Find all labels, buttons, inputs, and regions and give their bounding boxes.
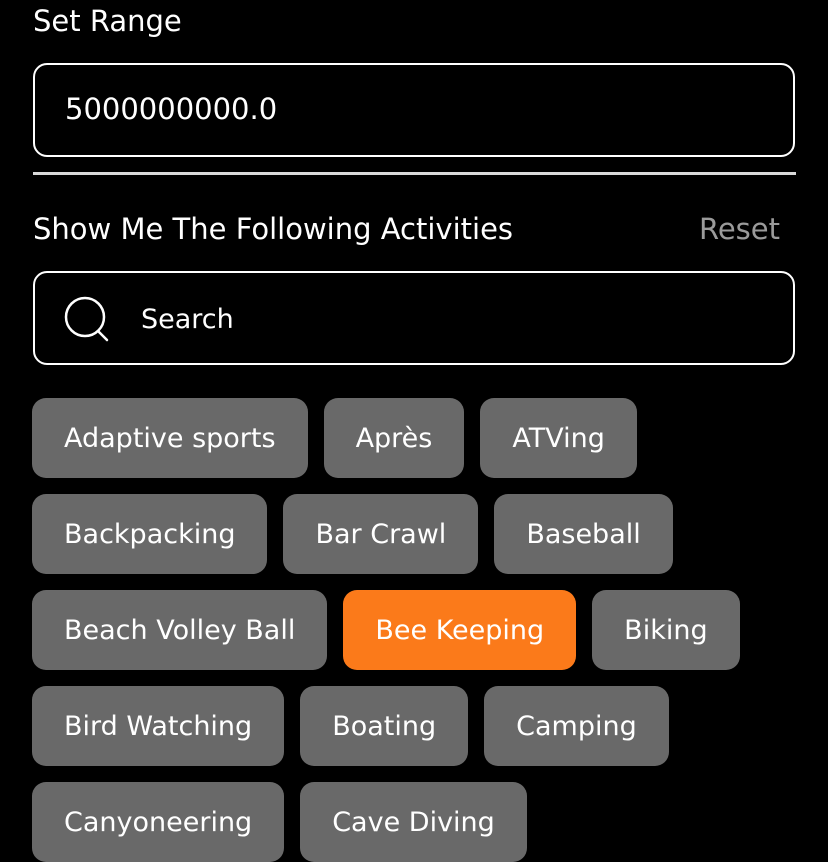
activity-chip[interactable]: Adaptive sports xyxy=(32,398,308,478)
activity-chip[interactable]: Bar Crawl xyxy=(283,494,479,574)
activities-heading: Show Me The Following Activities xyxy=(33,212,514,246)
range-input[interactable]: 5000000000.0 xyxy=(33,63,795,157)
activity-chip[interactable]: ATVing xyxy=(480,398,637,478)
activity-chip[interactable]: Bird Watching xyxy=(32,686,285,766)
activity-chip[interactable]: Beach Volley Ball xyxy=(32,590,328,670)
search-icon xyxy=(63,295,113,345)
range-value: 5000000000.0 xyxy=(65,92,278,126)
activity-chip[interactable]: Biking xyxy=(592,590,740,670)
activity-chip[interactable]: Baseball xyxy=(494,494,673,574)
set-range-label: Set Range xyxy=(33,4,182,38)
activity-chip[interactable]: Bee Keeping xyxy=(343,590,577,670)
reset-button[interactable]: Reset xyxy=(699,215,780,244)
activity-chip[interactable]: Après xyxy=(323,398,465,478)
activity-chip-list: Adaptive sports Après ATVing Backpacking Bar… xyxy=(32,398,802,862)
activity-chip[interactable]: Boating xyxy=(300,686,469,766)
search-input[interactable] xyxy=(141,299,741,339)
divider xyxy=(33,172,796,175)
activity-chip[interactable]: Cave Diving xyxy=(300,782,527,862)
activity-chip[interactable]: Backpacking xyxy=(32,494,268,574)
activity-chip[interactable]: Camping xyxy=(484,686,669,766)
activity-chip[interactable]: Canyoneering xyxy=(32,782,285,862)
search-box[interactable] xyxy=(33,271,795,365)
